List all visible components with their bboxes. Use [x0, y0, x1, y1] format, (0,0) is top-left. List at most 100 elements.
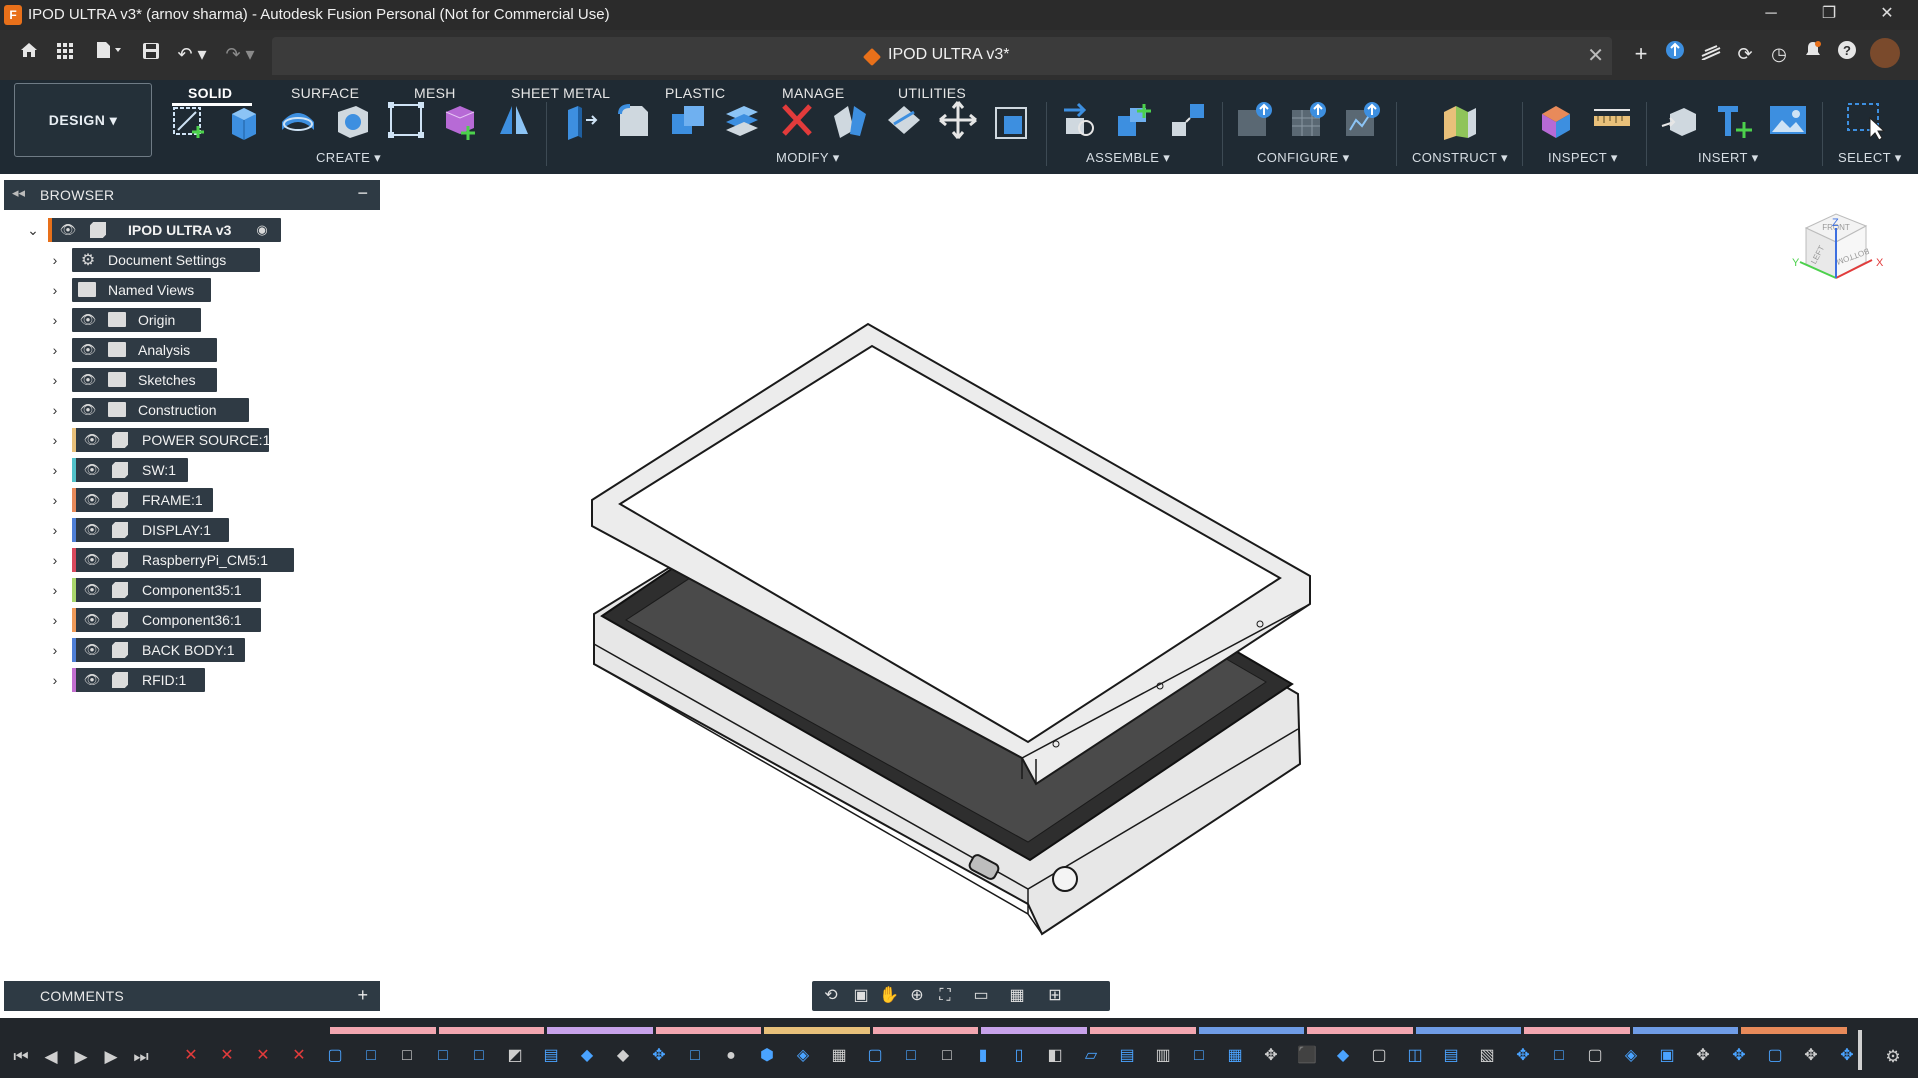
offset-plane-icon[interactable] [1440, 100, 1480, 140]
tab-manage[interactable]: MANAGE [782, 85, 844, 101]
timeline-feature-icon[interactable]: ✥ [1728, 1044, 1750, 1068]
timeline-step-back-icon[interactable]: ◀ [38, 1044, 64, 1070]
visibility-eye-icon[interactable]: 👁 [78, 342, 98, 358]
timeline-feature-icon[interactable]: ▢ [1584, 1044, 1606, 1068]
notifications-bell-icon[interactable] [1798, 39, 1828, 69]
visibility-eye-icon[interactable]: 👁 [82, 642, 102, 658]
timeline-feature-icon[interactable]: ▢ [1764, 1044, 1786, 1068]
fit-icon[interactable]: ⛶ [932, 985, 958, 1007]
browser-node[interactable]: Named Views [72, 278, 211, 302]
timeline-feature-icon[interactable]: ◈ [792, 1044, 814, 1068]
browser-node[interactable]: ⚙ Document Settings [72, 248, 260, 272]
save-icon[interactable] [136, 39, 166, 69]
timeline-feature-icon[interactable]: □ [360, 1044, 382, 1068]
timeline-feature-icon[interactable]: ▥ [1152, 1044, 1174, 1068]
minimize-button[interactable]: ─ [1742, 0, 1800, 30]
insert-group-label[interactable]: INSERT ▾ [1698, 150, 1759, 166]
combine-icon[interactable] [668, 100, 708, 140]
timeline-feature-icon[interactable]: ✥ [1692, 1044, 1714, 1068]
document-tab[interactable]: IPOD ULTRA v3* ✕ [272, 37, 1612, 75]
root-expand-chevron-icon[interactable]: ⌄ [25, 218, 41, 242]
browser-node[interactable]: 👁 Component36:1 [72, 608, 261, 632]
timeline-feature-icon[interactable]: ▱ [1080, 1044, 1102, 1068]
joint-icon[interactable] [1060, 100, 1100, 140]
split-body-icon[interactable] [884, 100, 924, 140]
viewports-icon[interactable]: ⊞ [1042, 985, 1068, 1007]
browser-node[interactable]: 👁 RaspberryPi_CM5:1 [72, 548, 294, 572]
3d-viewport-canvas[interactable] [380, 174, 1918, 1014]
offset-face-icon[interactable] [722, 100, 762, 140]
timeline-feature-icon[interactable]: ▮ [972, 1044, 994, 1068]
timeline-feature-icon[interactable]: ▤ [1116, 1044, 1138, 1068]
timeline-feature-icon[interactable]: □ [1188, 1044, 1210, 1068]
mirror-icon[interactable] [494, 100, 534, 140]
timeline-feature-icon[interactable]: ◆ [1332, 1044, 1354, 1068]
expand-chevron-icon[interactable]: › [47, 308, 63, 332]
clock-icon[interactable]: ◷ [1764, 39, 1794, 69]
visibility-eye-icon[interactable]: 👁 [78, 372, 98, 388]
activate-radio-icon[interactable]: ◉ [252, 222, 272, 238]
tab-mesh[interactable]: MESH [414, 85, 456, 101]
motion-link-icon[interactable] [1168, 100, 1208, 140]
timeline-feature-icon[interactable]: ✕ [288, 1044, 310, 1068]
press-pull-icon[interactable] [560, 100, 600, 140]
configure-design-icon[interactable] [1234, 100, 1274, 140]
visibility-eye-icon[interactable]: 👁 [78, 312, 98, 328]
hole-icon[interactable] [332, 100, 372, 140]
inspect-group-label[interactable]: INSPECT ▾ [1548, 150, 1618, 166]
timeline-feature-icon[interactable]: ◫ [1404, 1044, 1426, 1068]
construct-group-label[interactable]: CONSTRUCT ▾ [1412, 150, 1508, 166]
extensions-icon[interactable] [1660, 39, 1690, 69]
split-face-icon[interactable] [830, 100, 870, 140]
visibility-eye-icon[interactable]: 👁 [82, 612, 102, 628]
tab-sheet-metal[interactable]: SHEET METAL [511, 85, 610, 101]
timeline-feature-icon[interactable]: ▯ [1008, 1044, 1030, 1068]
tab-solid[interactable]: SOLID [188, 85, 232, 101]
fillet-icon[interactable] [614, 100, 654, 140]
timeline-feature-icon[interactable]: □ [900, 1044, 922, 1068]
move-copy-icon[interactable] [938, 100, 978, 140]
orbit-icon[interactable]: ⟲ [818, 985, 844, 1007]
timeline-feature-icon[interactable]: ⬢ [756, 1044, 778, 1068]
browser-node[interactable]: 👁 Origin [72, 308, 201, 332]
workspace-switcher-button[interactable]: DESIGN ▾ [14, 83, 152, 157]
timeline-feature-icon[interactable]: ▢ [1368, 1044, 1390, 1068]
visibility-eye-icon[interactable]: 👁 [58, 222, 78, 238]
redo-icon[interactable]: ↷ ▾ [220, 39, 260, 69]
sync-icon[interactable]: ⟳ [1730, 39, 1760, 69]
expand-chevron-icon[interactable]: › [47, 428, 63, 452]
as-built-joint-icon[interactable] [1114, 100, 1154, 140]
browser-node[interactable]: 👁 FRAME:1 [72, 488, 213, 512]
look-at-icon[interactable]: ▣ [848, 985, 874, 1007]
file-menu-icon[interactable] [90, 39, 128, 69]
create-group-label[interactable]: CREATE ▾ [316, 150, 381, 166]
browser-node[interactable]: 👁 Analysis [72, 338, 217, 362]
expand-chevron-icon[interactable]: › [47, 398, 63, 422]
assemble-group-label[interactable]: ASSEMBLE ▾ [1086, 150, 1170, 166]
select-group-label[interactable]: SELECT ▾ [1838, 150, 1902, 166]
comments-panel-header[interactable]: COMMENTS + [4, 981, 380, 1011]
insert-mcmaster-icon[interactable] [1714, 100, 1754, 140]
timeline-feature-icon[interactable]: ✕ [252, 1044, 274, 1068]
visibility-eye-icon[interactable]: 👁 [82, 552, 102, 568]
configuration-table-icon[interactable] [1288, 100, 1328, 140]
timeline-feature-icon[interactable]: ◩ [504, 1044, 526, 1068]
timeline-feature-icon[interactable]: ◧ [1044, 1044, 1066, 1068]
timeline-feature-icon[interactable]: ✥ [1836, 1044, 1858, 1068]
job-status-icon[interactable] [1696, 39, 1726, 69]
timeline-feature-icon[interactable]: ◆ [612, 1044, 634, 1068]
collapse-panel-icon[interactable]: ◂◂ [12, 185, 25, 201]
tab-surface[interactable]: SURFACE [291, 85, 359, 101]
insert-canvas-icon[interactable] [1768, 100, 1808, 140]
delete-icon[interactable] [776, 100, 816, 140]
timeline-feature-icon[interactable]: □ [468, 1044, 490, 1068]
data-panel-grid-icon[interactable] [50, 39, 80, 69]
close-window-button[interactable]: ✕ [1858, 0, 1916, 30]
browser-node[interactable]: 👁 DISPLAY:1 [72, 518, 229, 542]
timeline-feature-icon[interactable]: ✥ [1260, 1044, 1282, 1068]
pattern-icon[interactable] [386, 100, 426, 140]
undo-icon[interactable]: ↶ ▾ [172, 39, 212, 69]
close-tab-button[interactable]: ✕ [1587, 43, 1604, 68]
visibility-eye-icon[interactable]: 👁 [82, 522, 102, 538]
browser-node[interactable]: 👁 Construction [72, 398, 249, 422]
